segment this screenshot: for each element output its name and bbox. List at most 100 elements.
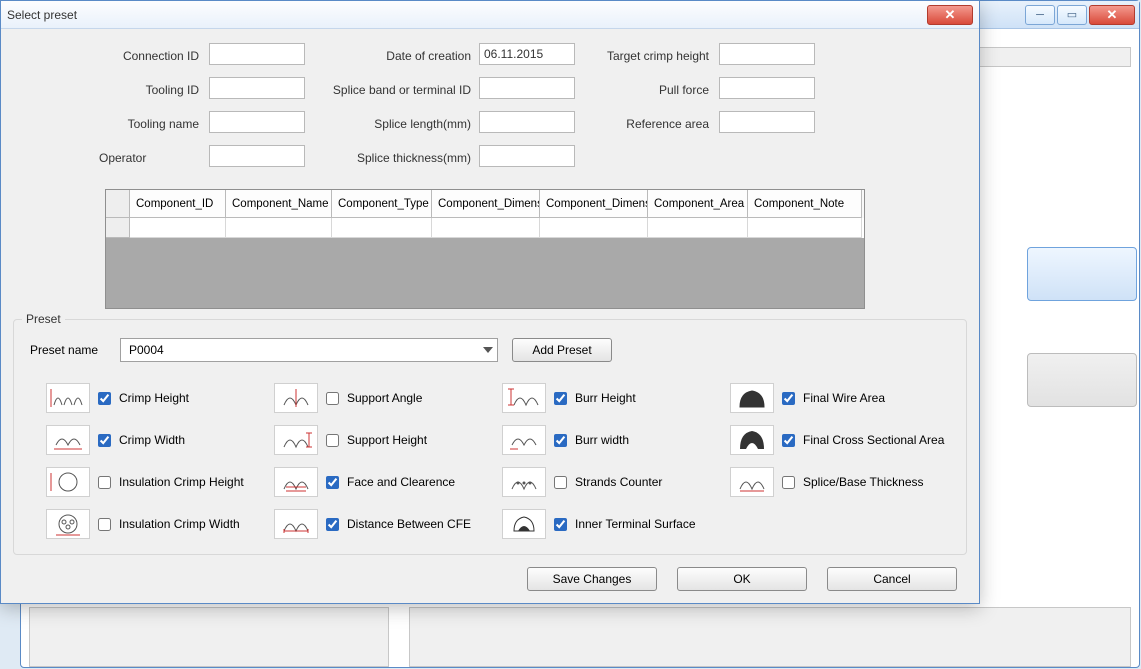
opt-label: Face and Clearence bbox=[347, 475, 455, 489]
final-cross-checkbox[interactable] bbox=[782, 434, 795, 447]
crimp-width-icon bbox=[46, 425, 90, 455]
opt-label: Burr width bbox=[575, 433, 629, 447]
ins-crimp-width-checkbox[interactable] bbox=[98, 518, 111, 531]
face-clearance-checkbox[interactable] bbox=[326, 476, 339, 489]
form-area: Connection ID Tooling ID Tooling name Op… bbox=[13, 39, 967, 189]
burr-height-icon bbox=[502, 383, 546, 413]
grid-col-header[interactable]: Component_ID bbox=[130, 190, 226, 218]
grid-cell[interactable] bbox=[748, 218, 862, 238]
component-grid[interactable]: Component_ID Component_Name Component_Ty… bbox=[105, 189, 865, 309]
support-angle-icon bbox=[274, 383, 318, 413]
crimp-height-checkbox[interactable] bbox=[98, 392, 111, 405]
grid-col-header[interactable]: Component_Name bbox=[226, 190, 332, 218]
grid-cell[interactable] bbox=[540, 218, 648, 238]
opt-burr-width: Burr width bbox=[502, 420, 722, 460]
opt-label: Strands Counter bbox=[575, 475, 662, 489]
connection-id-label: Connection ID bbox=[99, 45, 199, 63]
final-wire-area-checkbox[interactable] bbox=[782, 392, 795, 405]
close-button[interactable]: ✕ bbox=[1089, 5, 1135, 25]
grid-row-header bbox=[106, 218, 130, 238]
opt-crimp-width: Crimp Width bbox=[46, 420, 266, 460]
preset-top-row: Preset name P0004 Add Preset bbox=[24, 338, 956, 362]
grid-corner bbox=[106, 190, 130, 218]
connection-id-input[interactable] bbox=[209, 43, 305, 65]
grid-col-header[interactable]: Component_Dimens bbox=[540, 190, 648, 218]
grid-empty-row[interactable] bbox=[106, 218, 864, 238]
dialog-close-button[interactable]: ✕ bbox=[927, 5, 973, 25]
dialog-titlebar: Select preset ✕ bbox=[1, 1, 979, 29]
operator-label: Operator bbox=[99, 147, 199, 165]
grid-cell[interactable] bbox=[432, 218, 540, 238]
opt-label: Inner Terminal Surface bbox=[575, 517, 696, 531]
grid-col-header[interactable]: Component_Type bbox=[332, 190, 432, 218]
pull-force-input[interactable] bbox=[719, 77, 815, 99]
grid-col-header[interactable]: Component_Area bbox=[648, 190, 748, 218]
grid-col-header[interactable]: Component_Dimens bbox=[432, 190, 540, 218]
tooling-name-label: Tooling name bbox=[99, 113, 199, 131]
select-preset-dialog: Select preset ✕ Connection ID Tooling ID… bbox=[0, 0, 980, 604]
opt-label: Splice/Base Thickness bbox=[803, 475, 924, 489]
preset-name-label: Preset name bbox=[24, 343, 106, 357]
grid-cell[interactable] bbox=[332, 218, 432, 238]
pull-force-label: Pull force bbox=[589, 79, 709, 97]
target-crimp-input[interactable] bbox=[719, 43, 815, 65]
splice-thickness-input[interactable] bbox=[479, 145, 575, 167]
opt-support-height: Support Height bbox=[274, 420, 494, 460]
opt-label: Final Cross Sectional Area bbox=[803, 433, 944, 447]
support-angle-checkbox[interactable] bbox=[326, 392, 339, 405]
opt-ins-crimp-width: Insulation Crimp Width bbox=[46, 504, 266, 544]
opt-label: Crimp Height bbox=[119, 391, 189, 405]
ins-crimp-height-icon bbox=[46, 467, 90, 497]
strands-counter-checkbox[interactable] bbox=[554, 476, 567, 489]
opt-splice-base: Splice/Base Thickness bbox=[730, 462, 950, 502]
ins-crimp-height-checkbox[interactable] bbox=[98, 476, 111, 489]
splice-base-icon bbox=[730, 467, 774, 497]
add-preset-button[interactable]: Add Preset bbox=[512, 338, 612, 362]
maximize-button[interactable]: ▭ bbox=[1057, 5, 1087, 25]
grid-cell[interactable] bbox=[130, 218, 226, 238]
date-of-creation-input[interactable] bbox=[479, 43, 575, 65]
bg-side-button-1[interactable] bbox=[1027, 247, 1137, 301]
chevron-down-icon bbox=[483, 347, 493, 353]
grid-cell[interactable] bbox=[226, 218, 332, 238]
opt-label: Support Height bbox=[347, 433, 427, 447]
opt-distance-cfe: Distance Between CFE bbox=[274, 504, 494, 544]
preset-name-combo[interactable]: P0004 bbox=[120, 338, 498, 362]
burr-width-checkbox[interactable] bbox=[554, 434, 567, 447]
ok-button[interactable]: OK bbox=[677, 567, 807, 591]
reference-area-input[interactable] bbox=[719, 111, 815, 133]
preset-selected-value: P0004 bbox=[129, 343, 164, 357]
crimp-width-checkbox[interactable] bbox=[98, 434, 111, 447]
dialog-title: Select preset bbox=[7, 8, 77, 22]
grid-col-header[interactable]: Component_Note bbox=[748, 190, 862, 218]
bg-side-button-2[interactable] bbox=[1027, 353, 1137, 407]
splice-base-checkbox[interactable] bbox=[782, 476, 795, 489]
grid-header-row: Component_ID Component_Name Component_Ty… bbox=[106, 190, 864, 218]
support-height-checkbox[interactable] bbox=[326, 434, 339, 447]
distance-cfe-checkbox[interactable] bbox=[326, 518, 339, 531]
inner-terminal-checkbox[interactable] bbox=[554, 518, 567, 531]
face-clearance-icon bbox=[274, 467, 318, 497]
preset-fieldset: Preset Preset name P0004 Add Preset Crim… bbox=[13, 319, 967, 555]
bg-panel-bottom-right bbox=[409, 607, 1131, 667]
operator-input[interactable] bbox=[209, 145, 305, 167]
tooling-id-input[interactable] bbox=[209, 77, 305, 99]
grid-cell[interactable] bbox=[648, 218, 748, 238]
splice-length-input[interactable] bbox=[479, 111, 575, 133]
burr-width-icon bbox=[502, 425, 546, 455]
final-wire-area-icon bbox=[730, 383, 774, 413]
opt-crimp-height: Crimp Height bbox=[46, 378, 266, 418]
opt-inner-terminal: Inner Terminal Surface bbox=[502, 504, 722, 544]
opt-label: Distance Between CFE bbox=[347, 517, 471, 531]
dialog-body: Connection ID Tooling ID Tooling name Op… bbox=[1, 29, 979, 603]
opt-face-clearance: Face and Clearence bbox=[274, 462, 494, 502]
splice-band-input[interactable] bbox=[479, 77, 575, 99]
opt-label: Crimp Width bbox=[119, 433, 185, 447]
tooling-name-input[interactable] bbox=[209, 111, 305, 133]
cancel-button[interactable]: Cancel bbox=[827, 567, 957, 591]
reference-area-label: Reference area bbox=[589, 113, 709, 131]
minimize-button[interactable]: ─ bbox=[1025, 5, 1055, 25]
burr-height-checkbox[interactable] bbox=[554, 392, 567, 405]
opt-ins-crimp-height: Insulation Crimp Height bbox=[46, 462, 266, 502]
save-changes-button[interactable]: Save Changes bbox=[527, 567, 657, 591]
